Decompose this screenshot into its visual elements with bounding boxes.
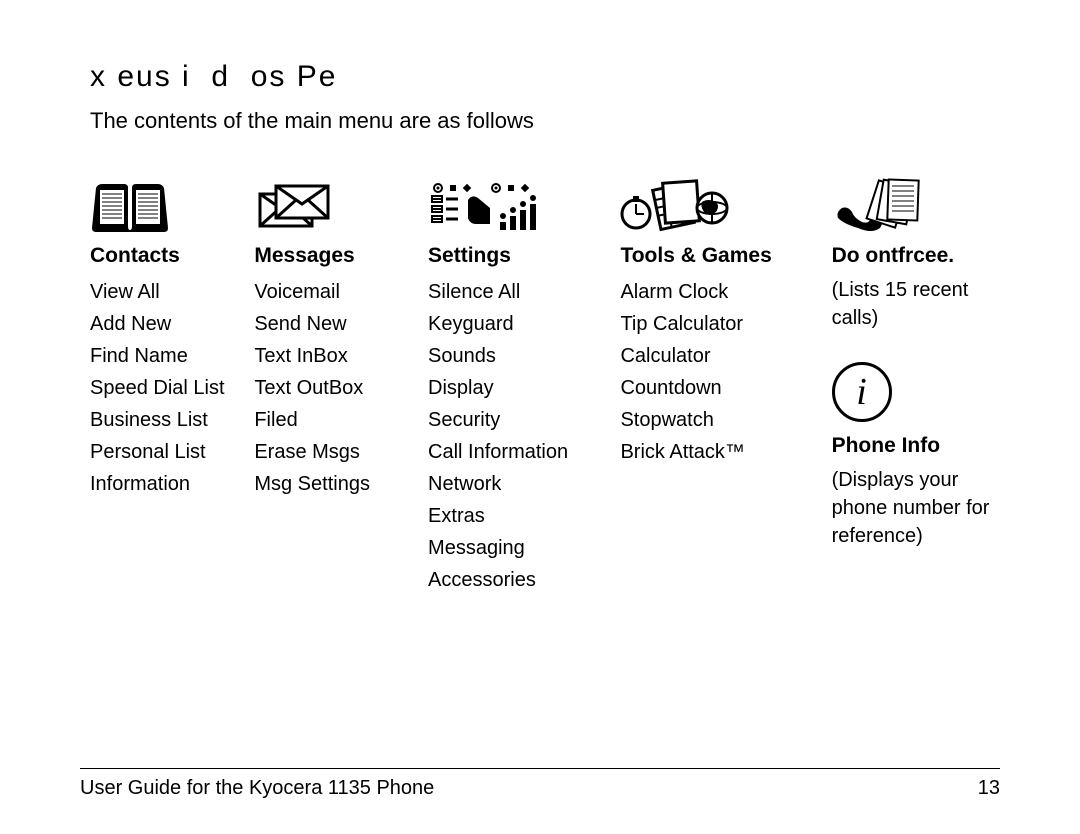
tools-heading: Tools & Games <box>620 244 807 268</box>
column-contacts: Contacts View AllAdd NewFind NameSpeed D… <box>90 174 230 596</box>
list-item: Tip Calculator <box>620 308 807 340</box>
messages-icon <box>254 174 404 234</box>
settings-heading: Settings <box>428 244 596 268</box>
settings-list: Silence AllKeyguardSoundsDisplaySecurity… <box>428 276 596 596</box>
recent-calls-icon <box>832 174 1000 234</box>
tools-icon <box>620 174 807 234</box>
list-item: Voicemail <box>254 276 404 308</box>
phone-info-desc: (Displays your phone number for referenc… <box>832 466 1000 550</box>
list-item: Find Name <box>90 340 230 372</box>
list-item: Display <box>428 372 596 404</box>
list-item: Call Information <box>428 436 596 468</box>
list-item: Erase Msgs <box>254 436 404 468</box>
list-item: Information <box>90 468 230 500</box>
list-item: Text OutBox <box>254 372 404 404</box>
column-right: Do ontfrcee. (Lists 15 recent calls) i P… <box>832 174 1000 596</box>
list-item: Messaging <box>428 532 596 564</box>
list-item: View All <box>90 276 230 308</box>
list-item: Personal List <box>90 436 230 468</box>
contacts-heading: Contacts <box>90 244 230 268</box>
column-messages: Messages VoicemailSend NewText InBoxText… <box>254 174 404 596</box>
list-item: Accessories <box>428 564 596 596</box>
settings-icon <box>428 174 596 234</box>
list-item: Extras <box>428 500 596 532</box>
list-item: Send New <box>254 308 404 340</box>
messages-heading: Messages <box>254 244 404 268</box>
list-item: Network <box>428 468 596 500</box>
column-tools: Tools & Games Alarm ClockTip CalculatorC… <box>620 174 807 596</box>
list-item: Text InBox <box>254 340 404 372</box>
list-item: Silence All <box>428 276 596 308</box>
contacts-icon <box>90 174 230 234</box>
list-item: Brick Attack™ <box>620 436 807 468</box>
list-item: Business List <box>90 404 230 436</box>
phone-info-heading: Phone Info <box>832 434 1000 458</box>
page-title: x eus i d os Pe <box>90 60 1000 94</box>
list-item: Keyguard <box>428 308 596 340</box>
list-item: Security <box>428 404 596 436</box>
list-item: Add New <box>90 308 230 340</box>
list-item: Msg Settings <box>254 468 404 500</box>
list-item: Stopwatch <box>620 404 807 436</box>
intro-text: The contents of the main menu are as fol… <box>90 108 1000 134</box>
list-item: Sounds <box>428 340 596 372</box>
footer-left: User Guide for the Kyocera 1135 Phone <box>80 777 434 800</box>
contacts-list: View AllAdd NewFind NameSpeed Dial ListB… <box>90 276 230 500</box>
list-item: Alarm Clock <box>620 276 807 308</box>
column-settings: Settings Silence AllKeyguardSoundsDispla… <box>428 174 596 596</box>
list-item: Countdown <box>620 372 807 404</box>
page-number: 13 <box>978 777 1000 800</box>
recent-heading: Do ontfrcee. <box>832 244 1000 268</box>
list-item: Filed <box>254 404 404 436</box>
tools-list: Alarm ClockTip CalculatorCalculatorCount… <box>620 276 807 468</box>
list-item: Calculator <box>620 340 807 372</box>
manual-page: x eus i d os Pe The contents of the main… <box>0 0 1080 834</box>
info-icon: i <box>832 362 892 422</box>
menu-columns: Contacts View AllAdd NewFind NameSpeed D… <box>90 174 1000 596</box>
page-footer: User Guide for the Kyocera 1135 Phone 13 <box>80 768 1000 800</box>
recent-desc: (Lists 15 recent calls) <box>832 276 1000 332</box>
messages-list: VoicemailSend NewText InBoxText OutBoxFi… <box>254 276 404 500</box>
list-item: Speed Dial List <box>90 372 230 404</box>
